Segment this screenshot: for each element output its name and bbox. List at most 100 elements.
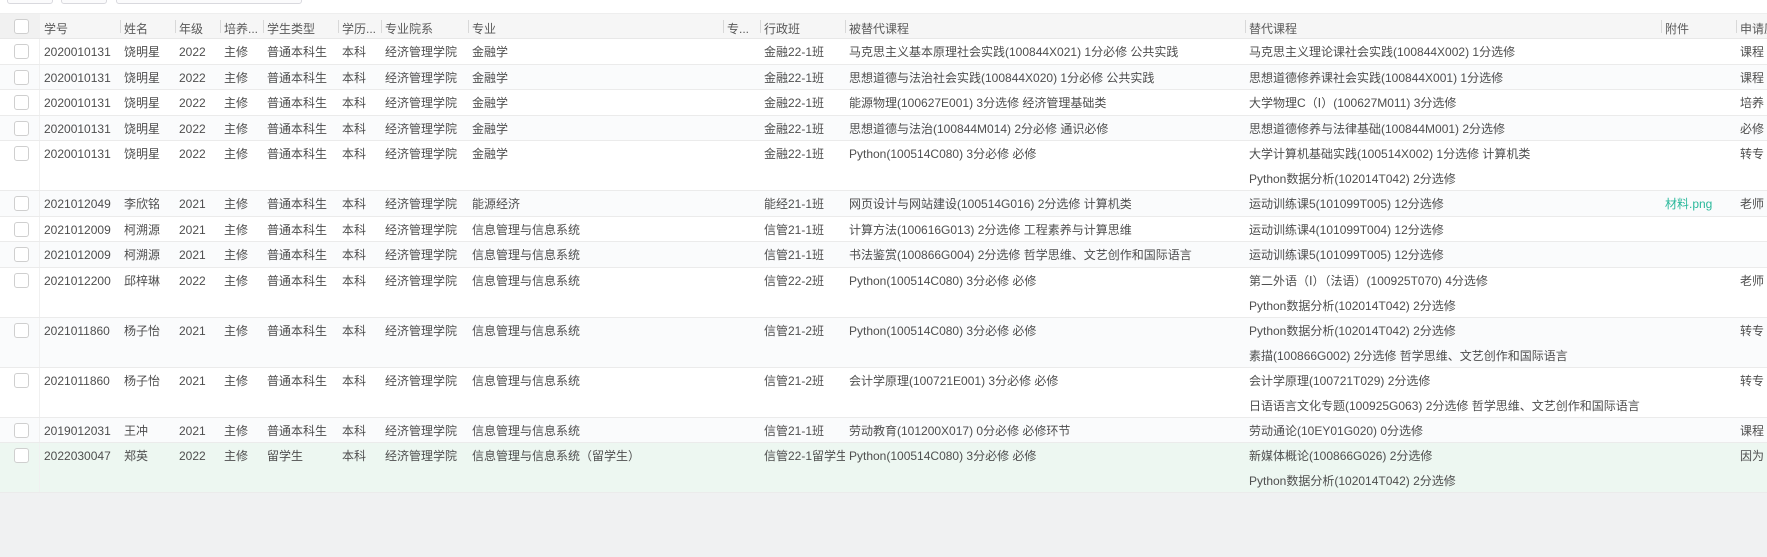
cell-major: 金融学 xyxy=(468,65,723,90)
cell-major-trunc xyxy=(723,318,760,367)
cell-major: 信息管理与信息系统 xyxy=(468,268,723,317)
row-checkbox[interactable] xyxy=(14,70,29,85)
cell-reason: 老师 xyxy=(1736,191,1767,216)
cell-substitute-courses: 新媒体概论(100866G026) 2分选修Python数据分析(102014T… xyxy=(1245,443,1661,492)
cell-attachment xyxy=(1661,65,1736,90)
substitute-course-line: 马克思主义理论课社会实践(100844X002) 1分选修 xyxy=(1249,45,1657,59)
cell-attachment xyxy=(1661,242,1736,267)
cell-admin-class: 信管21-2班 xyxy=(760,318,845,367)
row-checkbox[interactable] xyxy=(14,146,29,161)
cell-grade: 2021 xyxy=(175,242,220,267)
cell-student-id: 2020010131 xyxy=(40,39,120,64)
cell-replaced-course: Python(100514C080) 3分必修 必修 xyxy=(845,318,1245,367)
substitute-course-line: 大学物理C（Ⅰ）(100627M011) 3分选修 xyxy=(1249,96,1657,110)
cell-training: 主修 xyxy=(220,116,263,141)
cell-reason: 课程 xyxy=(1736,65,1767,90)
cell-admin-class: 信管21-2班 xyxy=(760,368,845,417)
cell-name: 邱梓琳 xyxy=(120,268,175,317)
cell-major: 金融学 xyxy=(468,116,723,141)
cell-name: 柯溯源 xyxy=(120,242,175,267)
cell-degree: 本科 xyxy=(338,418,381,443)
table-row: 2020010131饶明星2022主修普通本科生本科经济管理学院金融学金融22-… xyxy=(0,141,1767,191)
table-row: 2021012200邱梓琳2022主修普通本科生本科经济管理学院信息管理与信息系… xyxy=(0,268,1767,318)
substitute-course-line: 运动训练课5(101099T005) 12分选修 xyxy=(1249,248,1657,262)
cell-substitute-courses: 大学物理C（Ⅰ）(100627M011) 3分选修 xyxy=(1245,90,1661,115)
cell-training: 主修 xyxy=(220,141,263,190)
substitute-course-line: 运动训练课5(101099T005) 12分选修 xyxy=(1249,197,1657,211)
cell-attachment xyxy=(1661,443,1736,492)
substitute-course-line: 思想道德修养与法律基础(100844M001) 2分选修 xyxy=(1249,122,1657,136)
row-checkbox[interactable] xyxy=(14,95,29,110)
cell-student-type: 普通本科生 xyxy=(263,242,338,267)
cell-student-type: 普通本科生 xyxy=(263,268,338,317)
cell-name: 杨子怡 xyxy=(120,318,175,367)
cell-training: 主修 xyxy=(220,217,263,242)
cell-major: 信息管理与信息系统 xyxy=(468,217,723,242)
cell-major-trunc xyxy=(723,191,760,216)
toolbar-button-fragment[interactable] xyxy=(61,0,107,4)
row-checkbox[interactable] xyxy=(14,273,29,288)
cell-replaced-course: 思想道德与法治社会实践(100844X020) 1分必修 公共实践 xyxy=(845,65,1245,90)
cell-training: 主修 xyxy=(220,368,263,417)
table-row: 2020010131饶明星2022主修普通本科生本科经济管理学院金融学金融22-… xyxy=(0,90,1767,116)
row-select-cell xyxy=(0,217,40,242)
cell-degree: 本科 xyxy=(338,368,381,417)
select-all-checkbox[interactable] xyxy=(14,19,29,34)
cell-student-id: 2021011860 xyxy=(40,368,120,417)
cell-degree: 本科 xyxy=(338,443,381,492)
cell-grade: 2021 xyxy=(175,368,220,417)
row-checkbox[interactable] xyxy=(14,373,29,388)
row-checkbox[interactable] xyxy=(14,222,29,237)
cell-major-trunc xyxy=(723,65,760,90)
column-header-student-type: 学生类型 xyxy=(263,14,338,38)
cell-student-id: 2019012031 xyxy=(40,418,120,443)
cell-grade: 2022 xyxy=(175,116,220,141)
cell-replaced-course: 马克思主义基本原理社会实践(100844X021) 1分必修 公共实践 xyxy=(845,39,1245,64)
cell-student-type: 普通本科生 xyxy=(263,318,338,367)
row-select-cell xyxy=(0,39,40,64)
column-header-substitute-courses: 替代课程 xyxy=(1245,14,1661,38)
cell-student-type: 留学生 xyxy=(263,443,338,492)
row-checkbox[interactable] xyxy=(14,196,29,211)
row-select-cell xyxy=(0,65,40,90)
column-header-reason: 申请原 xyxy=(1736,14,1767,38)
cell-training: 主修 xyxy=(220,268,263,317)
cell-substitute-courses: 运动训练课4(101099T004) 12分选修 xyxy=(1245,217,1661,242)
cell-attachment xyxy=(1661,368,1736,417)
substitute-course-line: 新媒体概论(100866G026) 2分选修 xyxy=(1249,449,1657,463)
cell-training: 主修 xyxy=(220,90,263,115)
toolbar-input-fragment[interactable] xyxy=(116,0,302,4)
cell-reason: 转专 xyxy=(1736,368,1767,417)
row-checkbox[interactable] xyxy=(14,423,29,438)
row-checkbox[interactable] xyxy=(14,448,29,463)
cell-major-trunc xyxy=(723,268,760,317)
row-select-cell xyxy=(0,443,40,492)
row-checkbox[interactable] xyxy=(14,247,29,262)
cell-admin-class: 金融22-1班 xyxy=(760,116,845,141)
cell-major: 能源经济 xyxy=(468,191,723,216)
course-substitution-page: 学号姓名年级培养...学生类型学历...专业院系专业专...行政班被替代课程替代… xyxy=(0,0,1767,557)
row-select-cell xyxy=(0,318,40,367)
cell-degree: 本科 xyxy=(338,39,381,64)
cell-degree: 本科 xyxy=(338,318,381,367)
cell-attachment xyxy=(1661,141,1736,190)
cell-admin-class: 信管21-1班 xyxy=(760,242,845,267)
row-checkbox[interactable] xyxy=(14,323,29,338)
cell-replaced-course: 能源物理(100627E001) 3分选修 经济管理基础类 xyxy=(845,90,1245,115)
cell-grade: 2021 xyxy=(175,191,220,216)
attachment-link[interactable]: 材料.png xyxy=(1665,197,1712,211)
cell-student-type: 普通本科生 xyxy=(263,141,338,190)
page-background-strip xyxy=(0,493,1767,557)
cell-student-type: 普通本科生 xyxy=(263,90,338,115)
cell-attachment xyxy=(1661,268,1736,317)
toolbar-button-fragment[interactable] xyxy=(7,0,53,4)
row-select-cell xyxy=(0,191,40,216)
row-select-cell xyxy=(0,418,40,443)
course-substitution-table: 学号姓名年级培养...学生类型学历...专业院系专业专...行政班被替代课程替代… xyxy=(0,13,1767,493)
row-checkbox[interactable] xyxy=(14,44,29,59)
cell-student-type: 普通本科生 xyxy=(263,116,338,141)
cell-substitute-courses: 马克思主义理论课社会实践(100844X002) 1分选修 xyxy=(1245,39,1661,64)
cell-attachment xyxy=(1661,217,1736,242)
cell-degree: 本科 xyxy=(338,116,381,141)
row-checkbox[interactable] xyxy=(14,121,29,136)
